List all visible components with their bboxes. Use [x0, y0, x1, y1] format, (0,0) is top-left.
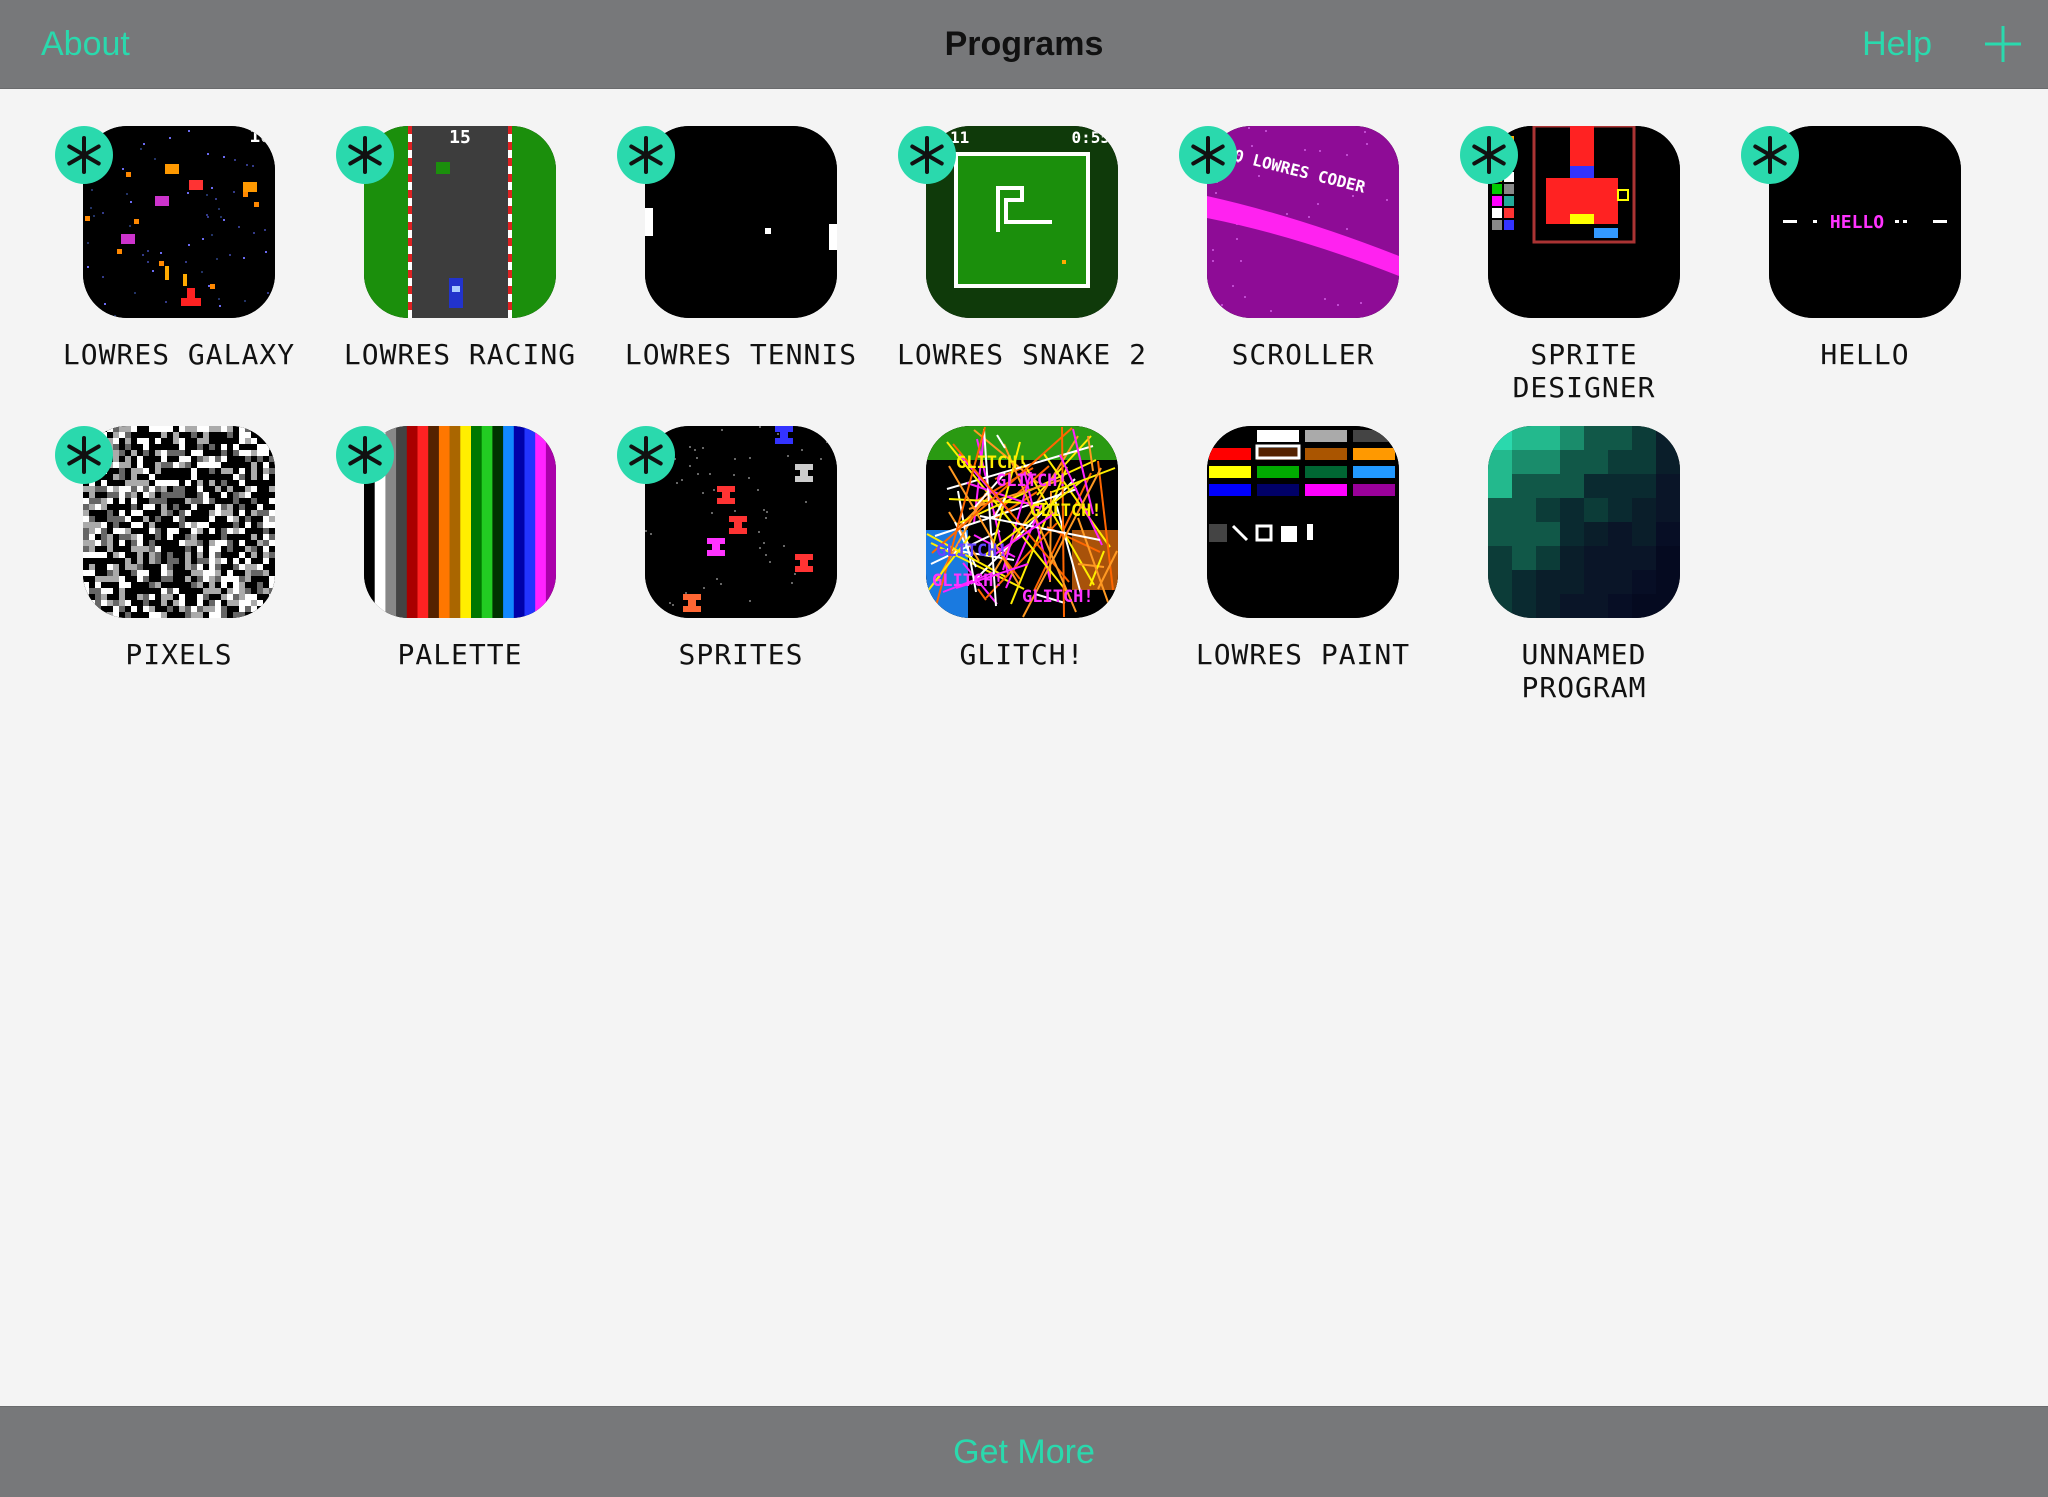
- program-thumbnail: GLITCH! GLITCH! GLITCH! GLITCH! GLITCH! GLITC…: [926, 426, 1118, 618]
- example-badge-icon: [898, 126, 956, 184]
- glitch-text: GLITCH!: [936, 541, 1008, 561]
- get-more-button[interactable]: Get More: [0, 1407, 2048, 1497]
- example-badge-icon: [55, 126, 113, 184]
- program-name: PALETTE: [397, 638, 523, 671]
- racing-speed: 15: [449, 127, 471, 148]
- glitch-text: GLITCH!: [956, 453, 1028, 473]
- example-badge-icon: [55, 426, 113, 484]
- snake-timer: 0:55: [1071, 128, 1110, 147]
- example-badge-icon: [1741, 126, 1799, 184]
- program-tile[interactable]: UNNAMED PROGRAM: [1444, 386, 1724, 704]
- glitch-text: GLITCH!: [1030, 501, 1102, 521]
- navigation-bar: About Programs Help: [0, 0, 2048, 89]
- program-name: LOWRES GALAXY: [62, 338, 296, 371]
- example-badge-icon: [617, 126, 675, 184]
- program-name: SCROLLER: [1231, 338, 1375, 371]
- program-thumbnail: [1207, 426, 1399, 618]
- program-name: UNNAMED PROGRAM: [1521, 638, 1647, 704]
- program-name: LOWRES RACING: [343, 338, 577, 371]
- program-tile[interactable]: HELLO HELLO: [1725, 86, 2005, 386]
- program-name: LOWRES PAINT: [1195, 638, 1411, 671]
- program-name: GLITCH!: [959, 638, 1085, 671]
- program-tile[interactable]: LOWRES TENNIS: [601, 86, 881, 386]
- program-tile[interactable]: 10 LOWRES GALAXY: [39, 86, 319, 386]
- glitch-text: GLITCH!: [996, 471, 1068, 491]
- add-program-button[interactable]: [1979, 20, 2027, 68]
- program-name: PIXELS: [125, 638, 233, 671]
- glitch-text: GLITCH!: [1022, 587, 1094, 607]
- example-badge-icon: [336, 426, 394, 484]
- program-name: LOWRES SNAKE 2: [896, 338, 1147, 371]
- program-tile[interactable]: PALETTE: [320, 386, 600, 686]
- galaxy-score: 10: [249, 126, 271, 147]
- program-grid: 10 LOWRES GALAXY 15 LOWRES RACING LOWRES TEN…: [0, 88, 2048, 1406]
- program-tile[interactable]: PIXELS: [39, 386, 319, 686]
- program-thumbnail: [1488, 426, 1680, 618]
- program-tile[interactable]: TO LOWRES CODER SCROLLER: [1163, 86, 1443, 386]
- program-name: LOWRES TENNIS: [624, 338, 858, 371]
- plus-icon: [1985, 26, 2021, 62]
- program-tile[interactable]: SPRITES: [601, 386, 881, 686]
- example-badge-icon: [1460, 126, 1518, 184]
- page-title: Programs: [944, 25, 1104, 63]
- program-tile[interactable]: 11 0:55 LOWRES SNAKE 2: [882, 86, 1162, 386]
- program-tile[interactable]: LOWRES PAINT: [1163, 386, 1443, 686]
- program-tile[interactable]: GLITCH! GLITCH! GLITCH! GLITCH! GLITCH! GLITC…: [882, 386, 1162, 686]
- program-name: HELLO: [1820, 338, 1910, 371]
- bottom-toolbar: Get More: [0, 1406, 2048, 1497]
- glitch-text: GLITCH!: [932, 571, 1004, 591]
- example-badge-icon: [1179, 126, 1237, 184]
- help-button[interactable]: Help: [1862, 0, 1932, 88]
- example-badge-icon: [617, 426, 675, 484]
- program-tile[interactable]: SPRITE DESIGNER: [1444, 86, 1724, 404]
- hello-text: HELLO: [1830, 212, 1884, 233]
- program-name: SPRITES: [678, 638, 804, 671]
- example-badge-icon: [336, 126, 394, 184]
- program-tile[interactable]: 15 LOWRES RACING: [320, 86, 600, 386]
